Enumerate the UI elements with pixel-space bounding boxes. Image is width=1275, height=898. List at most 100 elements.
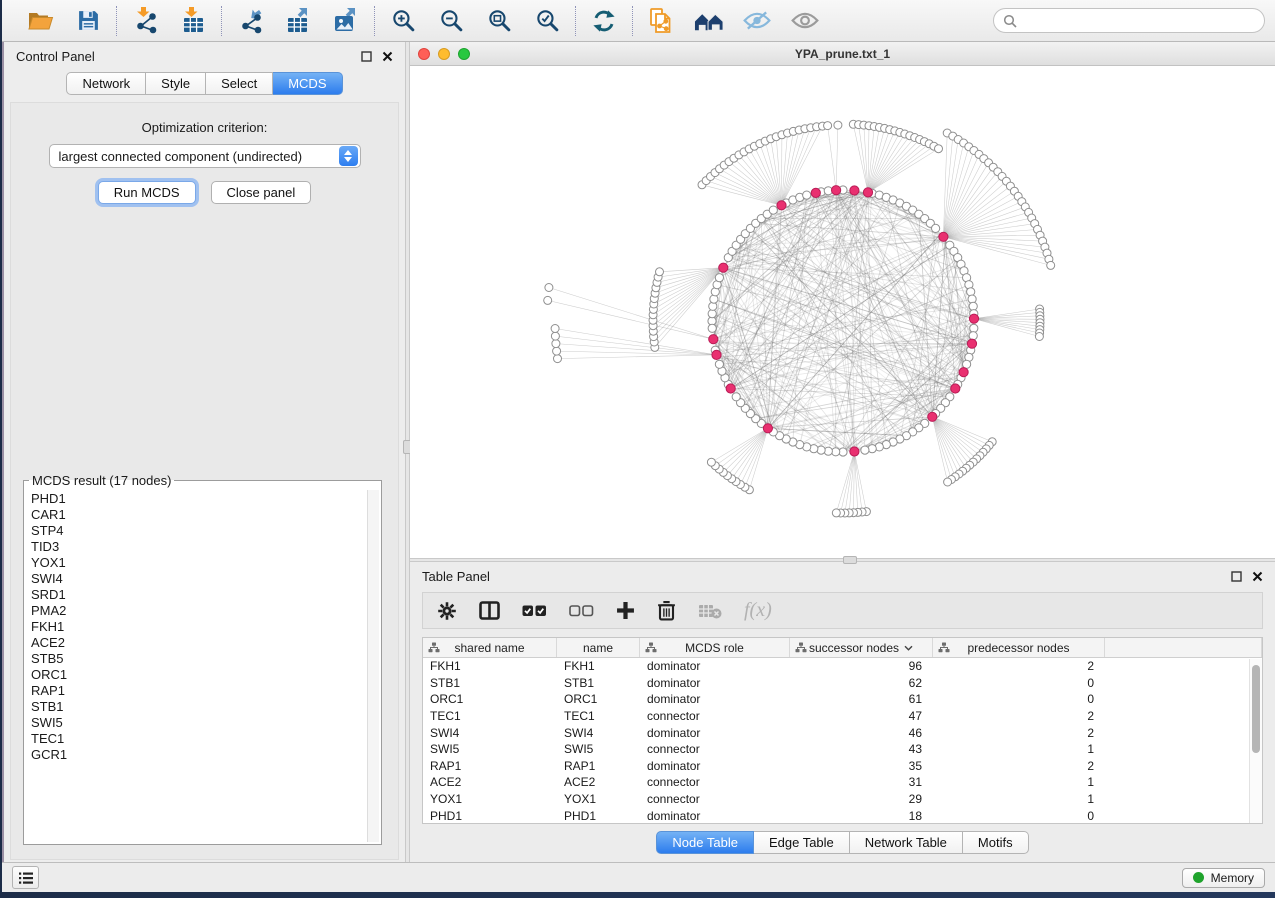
mcds-result-item[interactable]: SRD1: [31, 587, 366, 603]
network-window-titlebar[interactable]: YPA_prune.txt_1: [410, 42, 1275, 66]
mcds-result-item[interactable]: PHD1: [31, 491, 366, 507]
table-row[interactable]: STB1STB1dominator620: [423, 675, 1262, 692]
export-table-button[interactable]: [283, 6, 313, 36]
zoom-selected-button[interactable]: [532, 6, 562, 36]
cell-name: PHD1: [557, 807, 640, 824]
close-panel-icon[interactable]: [382, 51, 393, 62]
tab-style[interactable]: Style: [146, 72, 206, 95]
horizontal-splitter[interactable]: [410, 558, 1275, 562]
show-columns-button[interactable]: [479, 601, 500, 620]
mcds-result-item[interactable]: STB5: [31, 651, 366, 667]
mcds-result-item[interactable]: PMA2: [31, 603, 366, 619]
column-header-mcds-role[interactable]: MCDS role: [640, 638, 790, 657]
mcds-result-item[interactable]: FKH1: [31, 619, 366, 635]
table-row[interactable]: TEC1TEC1connector472: [423, 708, 1262, 725]
memory-status-icon: [1193, 872, 1204, 883]
select-all-button[interactable]: [522, 605, 547, 617]
mcds-list-scrollbar[interactable]: [367, 490, 379, 842]
table-row[interactable]: SWI4SWI4dominator462: [423, 724, 1262, 741]
memory-button[interactable]: Memory: [1182, 868, 1265, 888]
save-session-button[interactable]: [73, 6, 103, 36]
mcds-result-item[interactable]: ACE2: [31, 635, 366, 651]
hide-selected-button[interactable]: [742, 6, 772, 36]
mcds-result-item[interactable]: TEC1: [31, 731, 366, 747]
mcds-result-item[interactable]: GCR1: [31, 747, 366, 763]
window-close-button[interactable]: [418, 48, 430, 60]
cell-mcds-role: connector: [640, 791, 790, 808]
mcds-result-item[interactable]: STB1: [31, 699, 366, 715]
mcds-result-item[interactable]: SWI4: [31, 571, 366, 587]
column-header-name[interactable]: name: [557, 638, 640, 657]
add-column-button[interactable]: [616, 601, 635, 620]
export-image-button[interactable]: [331, 6, 361, 36]
eye-slash-icon: [743, 10, 771, 31]
column-header-successor-nodes[interactable]: successor nodes: [790, 638, 933, 657]
tab-select[interactable]: Select: [206, 72, 273, 95]
table-row[interactable]: PHD1PHD1dominator180: [423, 807, 1262, 824]
table-row[interactable]: YOX1YOX1connector291: [423, 791, 1262, 808]
search-box[interactable]: [993, 8, 1265, 33]
search-input[interactable]: [1023, 13, 1255, 28]
tab-network-table[interactable]: Network Table: [850, 831, 963, 854]
import-network-button[interactable]: [130, 6, 160, 36]
function-builder-button[interactable]: f(x): [744, 599, 772, 622]
mcds-result-item[interactable]: ORC1: [31, 667, 366, 683]
window-maximize-button[interactable]: [458, 48, 470, 60]
mcds-result-item[interactable]: SWI5: [31, 715, 366, 731]
column-header-predecessor-nodes[interactable]: predecessor nodes: [933, 638, 1105, 657]
table-row[interactable]: FKH1FKH1dominator962: [423, 658, 1262, 675]
delete-table-button[interactable]: [698, 603, 722, 619]
tab-network[interactable]: Network: [66, 72, 146, 95]
tab-motifs[interactable]: Motifs: [963, 831, 1029, 854]
close-panel-button[interactable]: Close panel: [211, 181, 312, 204]
column-header-filler: [1105, 638, 1262, 657]
table-row[interactable]: RAP1RAP1dominator352: [423, 758, 1262, 775]
table-scrollbar[interactable]: [1249, 659, 1262, 823]
mcds-result-list[interactable]: PHD1CAR1STP4TID3YOX1SWI4SRD1PMA2FKH1ACE2…: [26, 490, 366, 842]
table-settings-button[interactable]: [437, 601, 457, 621]
cell-name: ACE2: [557, 774, 640, 791]
mcds-result-item[interactable]: TID3: [31, 539, 366, 555]
zoom-out-button[interactable]: [436, 6, 466, 36]
cell-predecessor-nodes: 0: [933, 691, 1105, 708]
network-canvas[interactable]: [410, 66, 1275, 558]
network-graph[interactable]: [410, 66, 1275, 558]
column-header-shared-name[interactable]: shared name: [423, 638, 557, 657]
close-panel-icon[interactable]: [1252, 571, 1263, 582]
cell-name: YOX1: [557, 791, 640, 808]
zoom-in-button[interactable]: [388, 6, 418, 36]
table-row[interactable]: ACE2ACE2connector311: [423, 774, 1262, 791]
mcds-result-item[interactable]: CAR1: [31, 507, 366, 523]
open-file-button[interactable]: [25, 6, 55, 36]
cell-mcds-role: dominator: [640, 807, 790, 824]
import-table-button[interactable]: [178, 6, 208, 36]
window-minimize-button[interactable]: [438, 48, 450, 60]
mcds-result-item[interactable]: RAP1: [31, 683, 366, 699]
clear-selection-button[interactable]: [569, 605, 594, 617]
tab-mcds[interactable]: MCDS: [273, 72, 342, 95]
tab-node-table[interactable]: Node Table: [656, 831, 754, 854]
mcds-result-item[interactable]: STP4: [31, 523, 366, 539]
mcds-result-item[interactable]: YOX1: [31, 555, 366, 571]
cell-shared-name: TEC1: [423, 708, 557, 725]
cell-predecessor-nodes: 1: [933, 791, 1105, 808]
table-row[interactable]: SWI5SWI5connector431: [423, 741, 1262, 758]
duplicate-network-button[interactable]: [646, 6, 676, 36]
delete-column-button[interactable]: [657, 600, 676, 621]
first-neighbors-button[interactable]: [694, 6, 724, 36]
criterion-select[interactable]: largest connected component (undirected): [49, 144, 361, 168]
tab-edge-table[interactable]: Edge Table: [754, 831, 850, 854]
show-all-button[interactable]: [790, 6, 820, 36]
task-history-button[interactable]: [12, 866, 39, 889]
import-network-icon: [132, 7, 159, 34]
float-panel-icon[interactable]: [361, 51, 372, 62]
splitter-grip[interactable]: [843, 556, 857, 564]
refresh-view-button[interactable]: [589, 6, 619, 36]
zoom-fit-button[interactable]: [484, 6, 514, 36]
run-mcds-button[interactable]: Run MCDS: [98, 181, 196, 204]
table-row[interactable]: ORC1ORC1dominator610: [423, 691, 1262, 708]
scrollbar-thumb[interactable]: [1252, 665, 1260, 753]
export-network-button[interactable]: [235, 6, 265, 36]
cell-successor-nodes: 61: [790, 691, 933, 708]
float-panel-icon[interactable]: [1231, 571, 1242, 582]
